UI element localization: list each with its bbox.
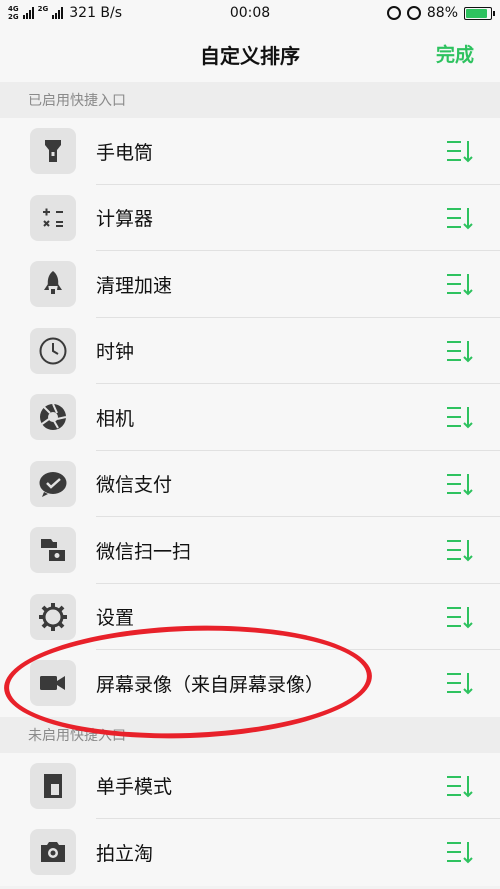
shortcut-label: 微信扫一扫 [96,540,192,563]
status-right: 88% [386,5,495,21]
shortcut-row[interactable]: 相机 [0,384,500,451]
shortcut-row[interactable]: 单手模式 [0,753,500,820]
network-speed: 321 B/s [69,5,123,21]
done-button[interactable]: 完成 [436,40,474,67]
wechat-scan-icon [30,527,76,574]
shortcut-label: 屏幕录像（来自屏幕录像） [96,673,325,696]
wechat-pay-icon [30,460,76,507]
flashlight-icon [30,128,76,175]
status-bar: 4G 2G 2G 321 B/s 00:08 88% [0,0,500,26]
clock-icon [30,327,76,374]
shortcut-row[interactable]: 屏幕录像（来自屏幕录像） [0,650,500,717]
gear-icon [30,593,76,640]
shortcut-label: 手电筒 [96,141,154,164]
alarm-icon [406,6,421,20]
rocket-icon [30,261,76,308]
shortcut-label: 计算器 [96,208,154,231]
shortcut-row[interactable]: 拍立淘 [0,819,500,886]
signal-icon [22,7,34,19]
battery-percent: 88% [426,5,458,21]
shortcut-label: 清理加速 [96,274,173,297]
network-type: 4G 2G [8,5,19,21]
drag-handle-icon[interactable] [444,772,478,800]
network-type-2-top: 2G [37,5,49,13]
drag-handle-icon[interactable] [444,669,478,697]
shortcut-label: 微信支付 [96,474,173,497]
drag-handle-icon[interactable] [444,403,478,431]
battery-icon [464,6,495,20]
drag-handle-icon[interactable] [444,536,478,564]
one-hand-mode-icon [30,762,76,809]
battery-fill [466,8,488,18]
video-camera-icon [30,660,76,707]
shortcut-row[interactable]: 计算器 [0,185,500,252]
shortcut-row[interactable]: 清理加速 [0,251,500,318]
shortcut-label: 单手模式 [96,776,173,799]
status-left: 4G 2G 2G 321 B/s [8,5,387,21]
shortcut-label: 设置 [96,607,135,630]
network-type-top: 4G [8,5,19,13]
signal-icon-2 [52,7,64,19]
enabled-section-label: 已启用快捷入口 [0,82,500,118]
drag-handle-icon[interactable] [444,270,478,298]
calculator-icon [30,194,76,241]
shortcut-row[interactable]: 手电筒 [0,118,500,185]
shortcut-label: 拍立淘 [96,842,154,865]
page-title: 自定义排序 [200,43,300,68]
network-type-bottom: 2G [8,13,19,21]
camera-aperture-icon [30,394,76,441]
disabled-shortcut-list: 单手模式 拍立淘 [0,752,500,886]
rotation-lock-icon [386,6,401,20]
shortcut-row[interactable]: 设置 [0,584,500,651]
drag-handle-icon[interactable] [444,204,478,232]
camera-icon [30,829,76,876]
shortcut-label: 时钟 [96,341,135,364]
drag-handle-icon[interactable] [444,603,478,631]
network-type-2: 2G [38,5,49,21]
drag-handle-icon[interactable] [444,470,478,498]
drag-handle-icon[interactable] [444,337,478,365]
disabled-section-label: 未启用快捷入口 [0,716,500,753]
drag-handle-icon[interactable] [444,838,478,866]
enabled-shortcut-list: 手电筒计算器清理加速时钟相机微信支付微信扫一扫设置屏幕录像（来自屏幕录像） [0,118,500,717]
header: 自定义排序 完成 [0,26,500,82]
shortcut-row[interactable]: 微信扫一扫 [0,517,500,584]
shortcut-row[interactable]: 微信支付 [0,451,500,518]
shortcut-row[interactable]: 时钟 [0,318,500,385]
shortcut-label: 相机 [96,407,135,430]
drag-handle-icon[interactable] [444,137,478,165]
